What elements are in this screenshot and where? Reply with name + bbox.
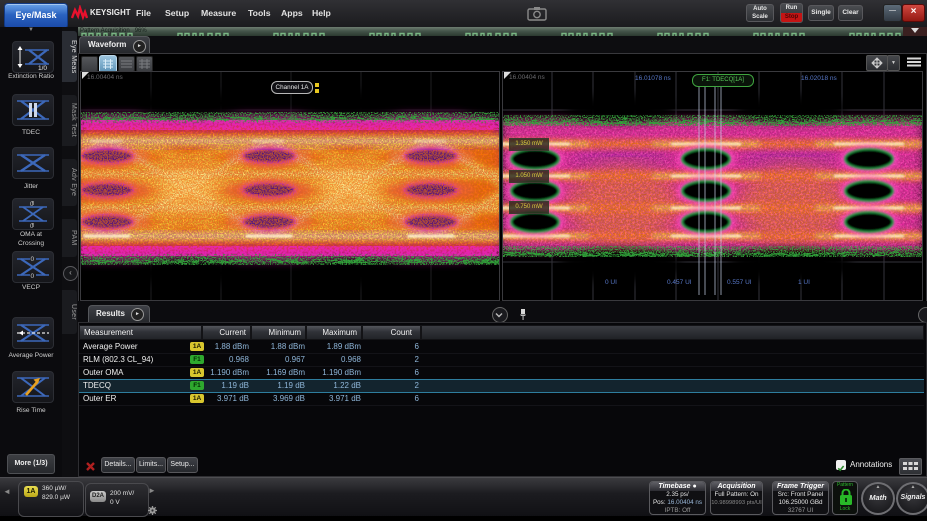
svg-text:0: 0: [31, 256, 35, 263]
svg-text:1/0: 1/0: [38, 65, 47, 72]
svg-text:0: 0: [31, 273, 35, 280]
